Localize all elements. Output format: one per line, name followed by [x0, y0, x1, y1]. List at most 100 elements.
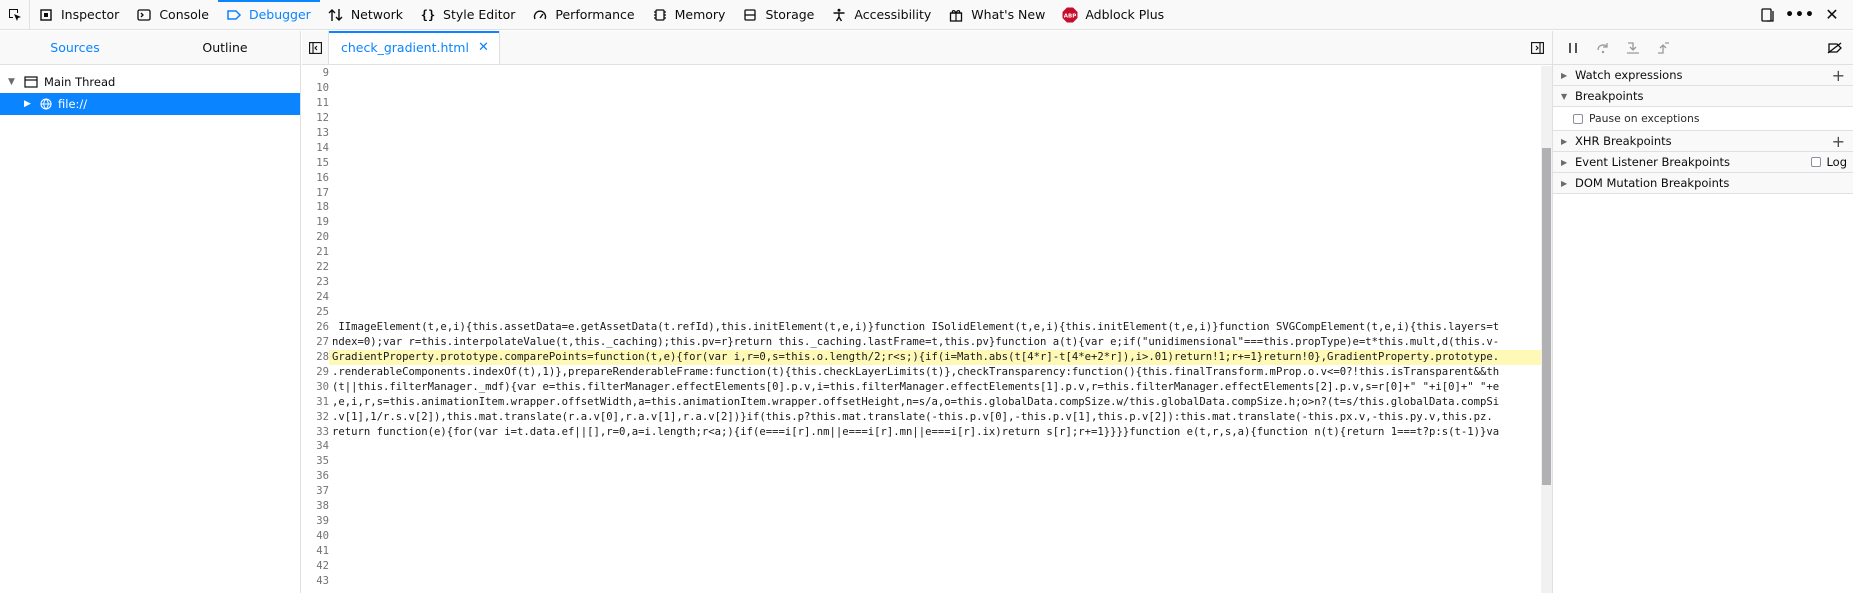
line-number[interactable]: 36 — [302, 469, 329, 484]
line-number[interactable]: 16 — [302, 171, 329, 186]
line-number[interactable]: 19 — [302, 215, 329, 230]
code-line[interactable]: 41 — [302, 544, 1543, 559]
code-line[interactable]: 30 (t||this.filterManager._mdf){var e=thi… — [302, 380, 1543, 395]
section-breakpoints[interactable]: ▼ Breakpoints — [1553, 86, 1853, 107]
element-picker-button[interactable] — [0, 0, 30, 29]
line-number[interactable]: 37 — [302, 484, 329, 499]
log-checkbox[interactable] — [1811, 157, 1822, 167]
line-number[interactable]: 33 — [302, 425, 329, 440]
code-line[interactable]: 31 ,e,i,r,s=this.animationItem.wrapper.of… — [302, 395, 1543, 410]
line-number[interactable]: 15 — [302, 156, 329, 171]
line-number[interactable]: 42 — [302, 559, 329, 574]
line-number[interactable]: 41 — [302, 544, 329, 559]
file-tab[interactable]: check_gradient.html ✕ — [328, 31, 500, 64]
tab-debugger[interactable]: Debugger — [217, 0, 320, 29]
code-line[interactable]: 18 — [302, 200, 1543, 215]
line-number[interactable]: 24 — [302, 290, 329, 305]
line-number[interactable]: 31 — [302, 395, 329, 410]
tab-adblock-plus[interactable]: ABP Adblock Plus — [1054, 0, 1173, 29]
toggle-debugger-pane-button[interactable] — [1522, 41, 1552, 54]
line-number[interactable]: 27 — [302, 335, 329, 350]
line-number[interactable]: 10 — [302, 81, 329, 96]
line-number[interactable]: 32 — [302, 410, 329, 425]
editor-scrollbar-thumb[interactable] — [1542, 148, 1551, 485]
line-number[interactable]: 35 — [302, 454, 329, 469]
step-out-icon[interactable] — [1655, 40, 1671, 56]
code-line[interactable]: 27 ndex=0);var r=this.interpolateValue(t,… — [302, 335, 1543, 350]
tab-inspector[interactable]: Inspector — [30, 0, 128, 29]
code-line[interactable]: 9 — [302, 66, 1543, 81]
code-line[interactable]: 19 — [302, 215, 1543, 230]
add-xhr-breakpoint-button[interactable]: + — [1832, 132, 1845, 151]
close-tab-icon[interactable]: ✕ — [478, 40, 489, 55]
code-line[interactable]: 24 — [302, 290, 1543, 305]
tab-console[interactable]: Console — [128, 0, 218, 29]
line-number[interactable]: 22 — [302, 260, 329, 275]
line-number[interactable]: 30 — [302, 380, 329, 395]
code-line[interactable]: 35 — [302, 454, 1543, 469]
section-event-listener-breakpoints[interactable]: ▶ Event Listener Breakpoints Log — [1553, 152, 1853, 173]
deactivate-breakpoints-icon[interactable] — [1827, 40, 1843, 56]
line-number[interactable]: 34 — [302, 439, 329, 454]
code-line[interactable]: 29 .renderableComponents.indexOf(t),1)},p… — [302, 365, 1543, 380]
line-number[interactable]: 21 — [302, 245, 329, 260]
line-number[interactable]: 39 — [302, 514, 329, 529]
more-options-icon[interactable]: ••• — [1785, 6, 1814, 24]
line-number[interactable]: 17 — [302, 186, 329, 201]
code-line[interactable]: 12 — [302, 111, 1543, 126]
line-number[interactable]: 11 — [302, 96, 329, 111]
tree-item-main-thread[interactable]: ▼ Main Thread — [0, 71, 300, 93]
line-number[interactable]: 38 — [302, 499, 329, 514]
code-line[interactable]: 21 — [302, 245, 1543, 260]
code-line[interactable]: 42 — [302, 559, 1543, 574]
code-line[interactable]: 23 — [302, 275, 1543, 290]
line-number[interactable]: 40 — [302, 529, 329, 544]
code-line[interactable]: 26 IImageElement(t,e,i){this.assetData=e… — [302, 320, 1543, 335]
code-line[interactable]: 20 — [302, 230, 1543, 245]
line-number[interactable]: 12 — [302, 111, 329, 126]
code-line[interactable]: 39 — [302, 514, 1543, 529]
line-number[interactable]: 20 — [302, 230, 329, 245]
tab-sources[interactable]: Sources — [0, 31, 150, 64]
code-line[interactable]: 40 — [302, 529, 1543, 544]
add-watch-expression-button[interactable]: + — [1832, 66, 1845, 85]
tab-memory[interactable]: Memory — [644, 0, 735, 29]
toggle-sources-pane-button[interactable] — [302, 31, 328, 64]
code-line[interactable]: 10 — [302, 81, 1543, 96]
code-line[interactable]: 22 — [302, 260, 1543, 275]
line-number[interactable]: 26 — [302, 320, 329, 335]
code-line[interactable]: 28 GradientProperty.prototype.comparePoin… — [302, 349, 1543, 365]
tab-whats-new[interactable]: What's New — [940, 0, 1054, 29]
code-line[interactable]: 17 — [302, 186, 1543, 201]
code-line[interactable]: 34 — [302, 439, 1543, 454]
line-number[interactable]: 13 — [302, 126, 329, 141]
section-dom-mutation-breakpoints[interactable]: ▶ DOM Mutation Breakpoints — [1553, 173, 1853, 194]
tab-style-editor[interactable]: {} Style Editor — [412, 0, 524, 29]
code-line[interactable]: 14 — [302, 141, 1543, 156]
line-number[interactable]: 28 — [302, 350, 329, 365]
tab-accessibility[interactable]: Accessibility — [823, 0, 940, 29]
step-over-icon[interactable] — [1595, 40, 1611, 56]
line-number[interactable]: 29 — [302, 365, 329, 380]
line-number[interactable]: 43 — [302, 574, 329, 589]
step-in-icon[interactable] — [1625, 40, 1641, 56]
line-number[interactable]: 18 — [302, 200, 329, 215]
tab-outline[interactable]: Outline — [150, 31, 300, 64]
line-number[interactable]: 25 — [302, 305, 329, 320]
code-line[interactable]: 38 — [302, 499, 1543, 514]
code-line[interactable]: 11 — [302, 96, 1543, 111]
code-line[interactable]: 32 .v[1],1/r.s.v[2]),this.mat.translate(r… — [302, 410, 1543, 425]
tree-item-file[interactable]: ▶ file:// — [0, 93, 300, 115]
log-toggle[interactable]: Log — [1811, 155, 1847, 169]
code-line[interactable]: 25 — [302, 305, 1543, 320]
code-line[interactable]: 16 — [302, 171, 1543, 186]
tab-network[interactable]: Network — [320, 0, 412, 29]
pause-icon[interactable] — [1565, 40, 1581, 56]
code-viewer[interactable]: 9 10 11 12 13 14 15 16 17 18 19 20 21 22 23 24 25 26 IIma… — [302, 66, 1543, 593]
dock-toggle-icon[interactable] — [1759, 6, 1777, 24]
code-line[interactable]: 13 — [302, 126, 1543, 141]
pause-on-exceptions-checkbox[interactable] — [1573, 113, 1583, 124]
section-watch-expressions[interactable]: ▶ Watch expressions + — [1553, 65, 1853, 86]
code-line[interactable]: 43 — [302, 574, 1543, 589]
close-icon[interactable]: ✕ — [1823, 5, 1841, 24]
